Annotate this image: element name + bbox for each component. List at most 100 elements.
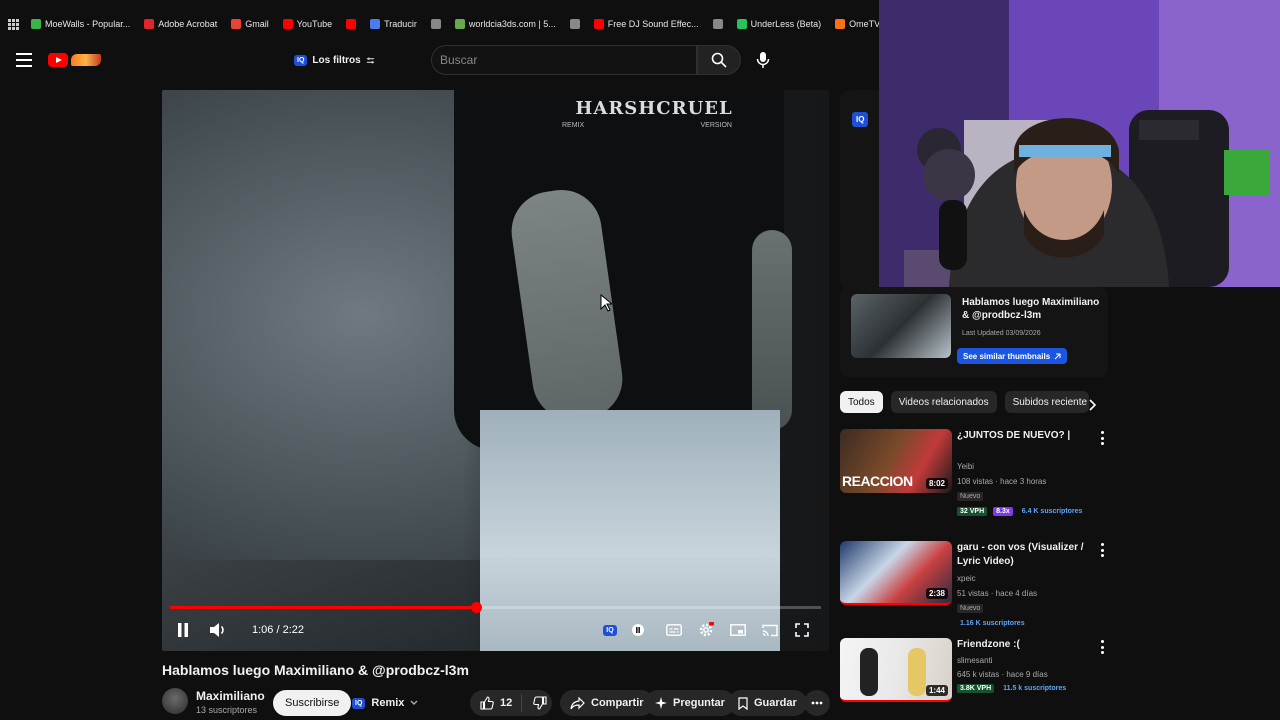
share-icon <box>570 696 585 709</box>
extension-panel: IQ <box>840 90 880 290</box>
bookmark-item[interactable]: Free DJ Sound Effec... <box>593 19 699 29</box>
settings-button[interactable] <box>697 617 715 643</box>
save-button[interactable]: Guardar <box>728 690 807 716</box>
bookmark-item[interactable]: Adobe Acrobat <box>144 19 217 29</box>
bookmark-item[interactable]: OmeTV Video Chat... <box>835 19 880 29</box>
voice-search-button[interactable] <box>748 45 778 75</box>
see-similar-button[interactable]: See similar thumbnails <box>957 348 1068 364</box>
like-dislike-group: 12 <box>470 690 552 716</box>
progress-bar[interactable] <box>170 602 821 613</box>
bookmark-item[interactable] <box>712 19 723 29</box>
progress-scrubber[interactable] <box>470 602 482 613</box>
summary-title: Hablamos luego Maximiliano & @prodbcz-l3… <box>962 297 1100 321</box>
fullscreen-button[interactable] <box>793 617 811 643</box>
bookmark-item[interactable]: worldcia3ds.com | 5... <box>454 19 556 29</box>
bookmark-favicon-icon <box>712 19 723 29</box>
remix-button[interactable]: IQ Remix <box>352 692 418 714</box>
ask-label: Preguntar <box>673 697 725 709</box>
subscribers-stat: 1.16 K suscriptores <box>960 620 1025 627</box>
bookmark-item[interactable] <box>430 19 441 29</box>
fullscreen-icon <box>795 623 809 637</box>
more-vertical-icon[interactable] <box>1098 543 1106 557</box>
bookmark-label: YouTube <box>296 19 333 29</box>
chevron-right-icon[interactable] <box>1087 398 1097 412</box>
summary-thumbnail[interactable] <box>851 294 951 358</box>
bookmark-label: MoeWalls - Popular... <box>45 19 131 29</box>
more-vertical-icon[interactable] <box>1098 640 1106 654</box>
new-badge: Nuevo <box>957 492 984 501</box>
like-count: 12 <box>500 697 513 709</box>
recommendation-item[interactable]: REACCION 8:02 ¿JUNTOS DE NUEVO? | Yeibi … <box>840 429 1120 519</box>
bookmark-label: Gmail <box>245 19 269 29</box>
subtitles-button[interactable] <box>665 617 683 643</box>
bookmark-item[interactable]: Gmail <box>231 19 269 29</box>
autoplay-toggle[interactable] <box>630 617 646 643</box>
chip-related[interactable]: Videos relacionados <box>890 391 997 413</box>
subscribers-stat: 11.5 k suscriptores <box>1003 685 1067 692</box>
iq-badge: IQ <box>294 54 308 66</box>
search-button[interactable] <box>697 45 741 75</box>
filters-button[interactable]: IQ Los filtros <box>294 50 375 70</box>
dislike-button[interactable] <box>528 696 552 710</box>
bookmark-item[interactable]: MoeWalls - Popular... <box>31 19 130 29</box>
channel-name[interactable]: Maximiliano <box>196 689 265 703</box>
chip-recent[interactable]: Subidos reciente <box>1004 391 1089 413</box>
video-stats: 32 VPH 8.3x 6.4 K suscriptores <box>957 507 1085 516</box>
bookmark-item[interactable] <box>569 19 580 29</box>
thumbs-down-icon <box>533 696 547 710</box>
video-thumbnail[interactable]: 2:38 <box>840 541 952 605</box>
pause-button[interactable] <box>174 617 192 643</box>
shirt-print-subtext: REMIX VERSION <box>562 122 732 129</box>
ask-button[interactable]: Preguntar <box>645 690 735 716</box>
video-player[interactable]: HARSHCRUEL REMIX VERSION 1:06 / 2:22 IQ <box>162 90 829 651</box>
bookmarks-bar: MoeWalls - Popular... Adobe Acrobat Gmail Y… <box>0 14 880 34</box>
youtube-logo[interactable] <box>48 52 106 68</box>
volume-button[interactable] <box>208 617 228 643</box>
channel-name[interactable]: xpeic <box>957 574 976 583</box>
subscribe-button[interactable]: Suscribirse <box>273 690 352 716</box>
bookmark-item[interactable] <box>346 19 357 29</box>
like-button[interactable]: 12 <box>470 694 523 712</box>
bookmark-label: UnderLess (Beta) <box>750 19 822 29</box>
channel-avatar[interactable] <box>162 688 188 714</box>
bookmark-item[interactable]: YouTube <box>282 19 333 29</box>
video-thumbnail[interactable]: REACCION 8:02 <box>840 429 952 493</box>
sliders-icon <box>366 57 374 63</box>
menu-icon[interactable] <box>16 53 32 67</box>
sparkle-icon <box>655 697 667 709</box>
player-controls: 1:06 / 2:22 IQ <box>162 617 829 643</box>
mouse-cursor-icon <box>600 294 612 312</box>
webcam-overlay <box>879 0 1280 287</box>
apps-grid-icon[interactable] <box>8 18 19 30</box>
share-label: Compartir <box>591 697 644 709</box>
video-title: Hablamos luego Maximiliano & @prodbcz-l3… <box>162 662 469 678</box>
video-thumbnail[interactable]: 1:44 <box>840 638 952 702</box>
video-duration: 1:44 <box>925 685 948 696</box>
bookmark-item[interactable]: Traducir <box>370 19 417 29</box>
recommendation-item[interactable]: 2:38 garu - con vos (Visualizer / Lyric … <box>840 541 1120 631</box>
bookmark-label: OmeTV Video Chat... <box>849 19 880 29</box>
miniplayer-button[interactable] <box>729 617 747 643</box>
bookmark-item[interactable]: UnderLess (Beta) <box>736 19 822 29</box>
more-actions-button[interactable] <box>804 690 830 716</box>
bookmark-favicon-icon <box>835 19 846 29</box>
channel-name[interactable]: Yeibi <box>957 462 974 471</box>
search-input[interactable] <box>440 53 696 67</box>
bookmark-favicon-icon <box>282 19 293 29</box>
progress-fill <box>170 606 476 609</box>
miniplayer-icon <box>730 624 746 636</box>
bookmark-favicon-icon <box>430 19 441 29</box>
channel-name[interactable]: slimesanti <box>957 656 993 665</box>
video-meta: 51 vistas · hace 4 días <box>957 589 1038 598</box>
bookmark-favicon-icon <box>736 19 747 29</box>
share-button[interactable]: Compartir <box>560 690 654 716</box>
recommendation-item[interactable]: 1:44 Friendzone :( slimesanti 645 k vist… <box>840 638 1120 708</box>
chip-all[interactable]: Todos <box>840 391 883 413</box>
subscriber-count: 13 suscriptores <box>196 705 258 715</box>
subscribers-stat: 6.4 K suscriptores <box>1021 508 1083 515</box>
iq-badge: IQ <box>352 697 366 709</box>
more-vertical-icon[interactable] <box>1098 431 1106 445</box>
search-icon <box>711 52 727 68</box>
iq-player-button[interactable]: IQ <box>602 617 618 643</box>
cast-button[interactable] <box>761 617 779 643</box>
